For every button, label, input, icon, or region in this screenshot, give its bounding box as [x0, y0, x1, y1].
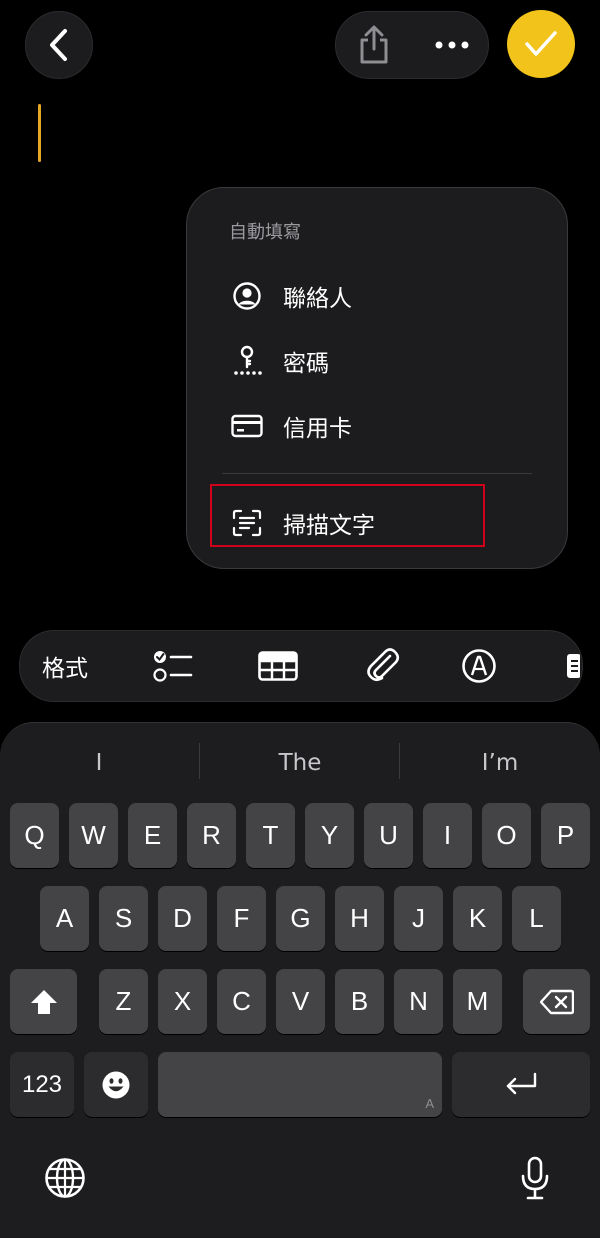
credit-card-icon [231, 410, 263, 442]
key-q[interactable]: Q [10, 803, 59, 868]
suggestion-3[interactable]: I’m [401, 745, 599, 781]
format-toolbar: 格式 [19, 630, 583, 702]
markup-icon [462, 649, 496, 683]
key-p[interactable]: P [541, 803, 590, 868]
menu-item-credit-card[interactable]: 信用卡 [187, 398, 567, 454]
delete-key[interactable] [523, 969, 590, 1034]
emoji-icon [102, 1071, 130, 1098]
key-z[interactable]: Z [99, 969, 148, 1034]
checklist-button[interactable] [143, 631, 203, 701]
checkmark-icon [525, 31, 557, 56]
shift-key[interactable] [10, 969, 77, 1034]
numbers-key[interactable]: 123 [10, 1052, 74, 1117]
suggestion-1[interactable]: I [0, 745, 198, 781]
markup-button[interactable] [449, 631, 509, 701]
key-m[interactable]: M [453, 969, 502, 1034]
dictation-button[interactable] [510, 1153, 560, 1203]
ellipsis-icon [435, 41, 469, 49]
menu-divider [222, 473, 532, 474]
key-e[interactable]: E [128, 803, 177, 868]
back-button[interactable] [25, 11, 93, 79]
suggestion-divider [399, 743, 400, 779]
key-c[interactable]: C [217, 969, 266, 1034]
more-button[interactable] [428, 21, 476, 69]
paperclip-icon [367, 648, 400, 682]
key-v[interactable]: V [276, 969, 325, 1034]
shift-icon [30, 989, 57, 1014]
table-button[interactable] [248, 631, 308, 701]
key-l[interactable]: L [512, 886, 561, 951]
key-i[interactable]: I [423, 803, 472, 868]
key-n[interactable]: N [394, 969, 443, 1034]
table-icon [258, 651, 298, 681]
done-button[interactable] [507, 10, 575, 78]
key-icon [231, 345, 263, 377]
share-icon [360, 25, 388, 64]
more-tools-button[interactable] [558, 631, 582, 701]
return-icon [506, 1072, 537, 1094]
attachment-button[interactable] [353, 631, 413, 701]
format-label: 格式 [42, 656, 88, 682]
key-k[interactable]: K [453, 886, 502, 951]
microphone-icon [521, 1156, 549, 1200]
key-r[interactable]: R [187, 803, 236, 868]
highlight-box [210, 484, 485, 547]
key-j[interactable]: J [394, 886, 443, 951]
key-g[interactable]: G [276, 886, 325, 951]
menu-header: 自動填寫 [229, 222, 301, 243]
key-b[interactable]: B [335, 969, 384, 1034]
keyboard: I The I’m Q W E R T Y U I O P A S D F G … [0, 722, 600, 1238]
space-key[interactable]: A [158, 1052, 442, 1117]
space-key-sublabel: A [425, 1096, 434, 1111]
emoji-key[interactable] [84, 1052, 148, 1117]
globe-button[interactable] [40, 1153, 90, 1203]
key-x[interactable]: X [158, 969, 207, 1034]
globe-icon [45, 1158, 85, 1198]
menu-item-contacts[interactable]: 聯絡人 [187, 268, 567, 324]
key-y[interactable]: Y [305, 803, 354, 868]
delete-icon [539, 989, 574, 1014]
suggestion-2[interactable]: The [201, 745, 399, 781]
key-w[interactable]: W [69, 803, 118, 868]
return-key[interactable] [452, 1052, 590, 1117]
key-f[interactable]: F [217, 886, 266, 951]
key-h[interactable]: H [335, 886, 384, 951]
format-button[interactable]: 格式 [20, 631, 110, 701]
chevron-left-icon [50, 29, 67, 61]
person-circle-icon [231, 280, 263, 312]
key-s[interactable]: S [99, 886, 148, 951]
key-o[interactable]: O [482, 803, 531, 868]
text-cursor [38, 104, 41, 162]
key-u[interactable]: U [364, 803, 413, 868]
key-a[interactable]: A [40, 886, 89, 951]
suggestion-divider [199, 743, 200, 779]
key-d[interactable]: D [158, 886, 207, 951]
menu-item-passwords[interactable]: 密碼 [187, 333, 567, 389]
more-icon [567, 654, 580, 678]
key-t[interactable]: T [246, 803, 295, 868]
checklist-icon [153, 651, 193, 682]
note-actions-pill [335, 11, 489, 79]
share-button[interactable] [350, 21, 398, 69]
